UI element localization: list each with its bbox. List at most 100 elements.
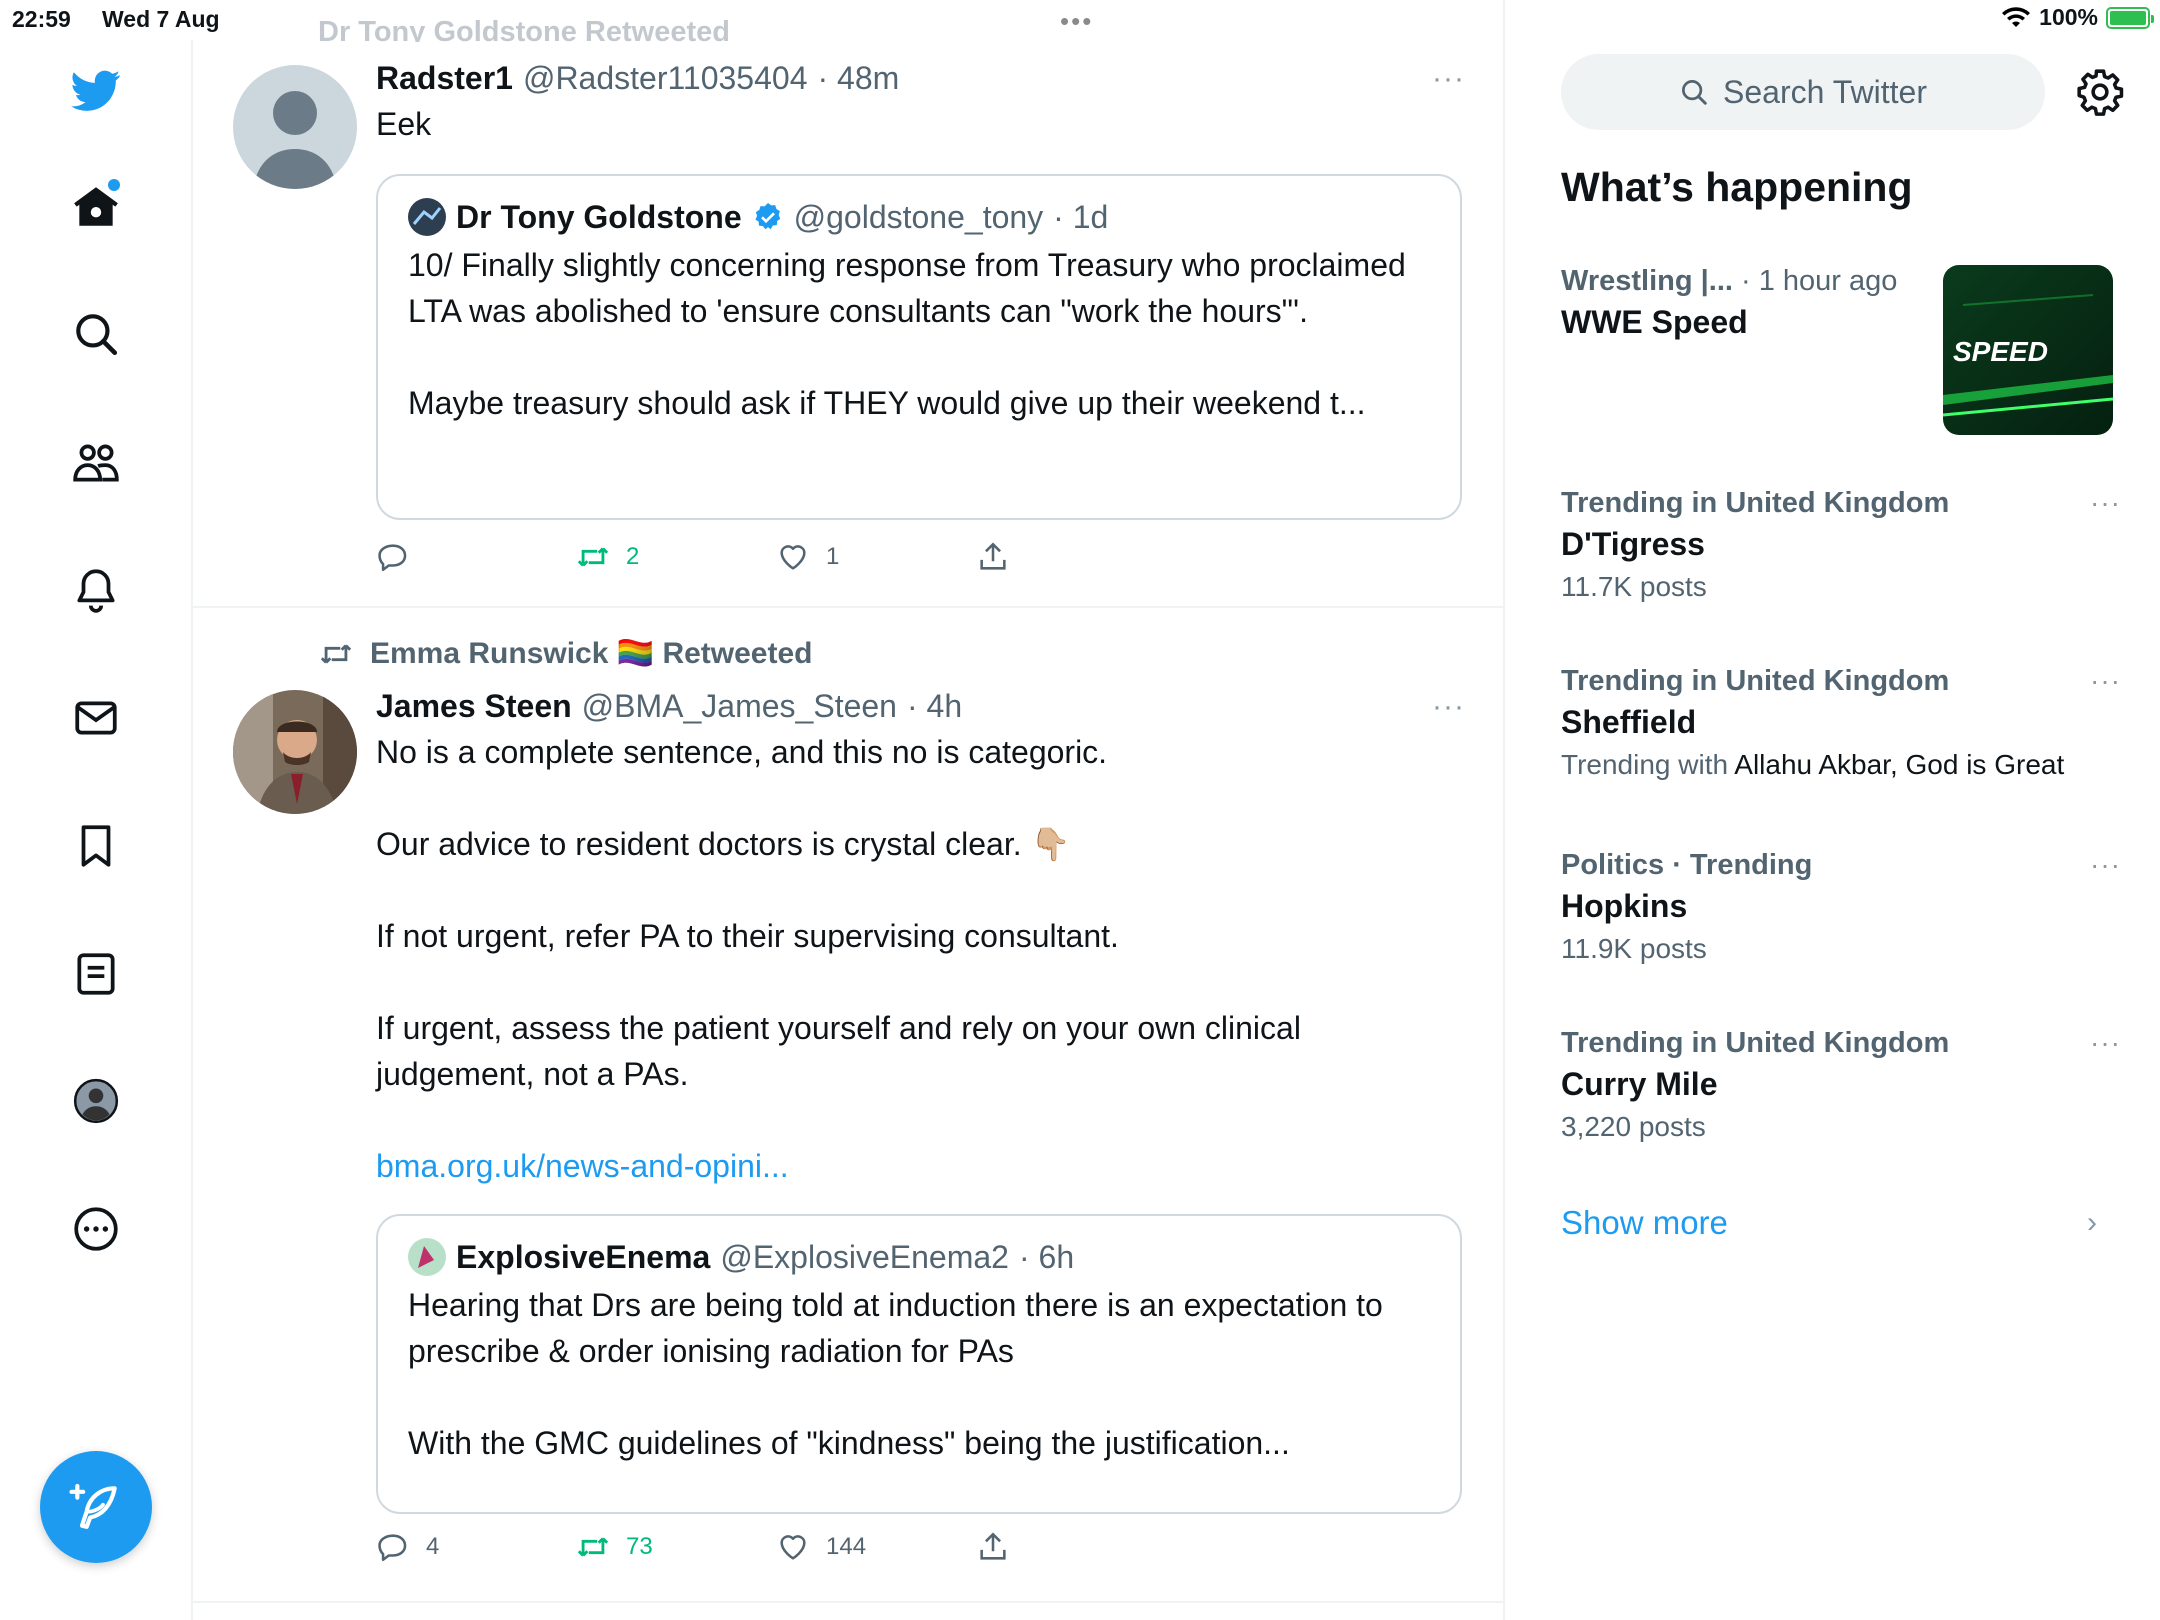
home-notification-dot: [108, 179, 120, 191]
profile-icon[interactable]: [66, 1071, 126, 1131]
trend-item[interactable]: Politics · Trending Hopkins 11.9K posts …: [1561, 849, 2121, 965]
trend-category: Wrestling |...: [1561, 265, 1733, 297]
tweet-actions: 2 1: [376, 540, 1176, 574]
author-name[interactable]: James Steen: [376, 688, 572, 725]
heart-icon: [780, 545, 806, 570]
share-icon: [980, 542, 1006, 570]
settings-gear-icon[interactable]: [2075, 67, 2125, 117]
trend-title: Sheffield: [1561, 704, 1697, 740]
tweet-header: Radster1 @Radster11035404 · 48m: [376, 60, 1466, 97]
retweet-icon: [320, 643, 352, 664]
reply-button[interactable]: 4: [376, 1530, 576, 1564]
tweet[interactable]: Dr Tony Goldstone Retweeted Radster1 @Ra…: [193, 0, 1503, 608]
quote-avatar: [408, 198, 446, 236]
trend-post-count: 3,220 posts: [1561, 1111, 1706, 1142]
trend-item[interactable]: Wrestling |... · 1 hour ago WWE Speed: [1561, 265, 1931, 341]
author-handle[interactable]: @Radster11035404: [523, 60, 808, 97]
trend-thumbnail[interactable]: SPEED: [1943, 265, 2113, 435]
whats-happening-heading: What’s happening: [1561, 164, 1913, 210]
trend-more-button[interactable]: ···: [2090, 849, 2121, 881]
retweet-context[interactable]: Emma Runswick 🏳️‍🌈 Retweeted: [318, 636, 813, 671]
search-input[interactable]: Search Twitter: [1561, 54, 2045, 130]
retweet-count: 2: [626, 543, 640, 570]
quote-time: · 6h: [1018, 1238, 1075, 1275]
like-count: 1: [826, 543, 840, 570]
retweet-context-text: Emma Runswick 🏳️‍🌈 Retweeted: [370, 637, 813, 670]
quote-time: · 1d: [1053, 198, 1109, 235]
trend-related: Trending with Allahu Akbar, God is Great: [1561, 749, 2121, 781]
trend-title: D'Tigress: [1561, 526, 1705, 562]
tweet-time[interactable]: · 48m: [817, 60, 899, 97]
right-sidebar: Search Twitter What’s happening Wrestlin…: [1505, 0, 2160, 1620]
quote-header: Dr Tony Goldstone @goldstone_tony · 1d: [408, 198, 1430, 236]
quote-tweet[interactable]: Dr Tony Goldstone @goldstone_tony · 1d 1…: [376, 174, 1462, 520]
notifications-icon[interactable]: [66, 560, 126, 620]
author-name[interactable]: Radster1: [376, 60, 513, 97]
trend-item[interactable]: Trending in United Kingdom D'Tigress 11.…: [1561, 487, 2121, 603]
messages-icon[interactable]: [66, 688, 126, 748]
trend-meta: Trending in United Kingdom: [1561, 1027, 1950, 1059]
tweet-link[interactable]: bma.org.uk/news-and-opini...: [376, 1143, 1466, 1189]
avatar[interactable]: [233, 65, 357, 189]
verified-badge-icon: [755, 203, 780, 230]
chevron-right-icon: ›: [2087, 1206, 2097, 1239]
trend-item[interactable]: Trending in United Kingdom Sheffield Tre…: [1561, 665, 2121, 781]
quote-text: 10/ Finally slightly concerning response…: [408, 247, 1406, 421]
trend-meta: Wrestling |... · 1 hour ago: [1561, 265, 1931, 298]
twitter-logo-icon[interactable]: [66, 60, 126, 120]
quote-text: Hearing that Drs are being told at induc…: [408, 1287, 1383, 1461]
bookmarks-icon[interactable]: [66, 816, 126, 876]
reply-button[interactable]: [376, 540, 576, 574]
quote-author-name: ExplosiveEnema: [456, 1238, 711, 1275]
tweet-body: James Steen @BMA_James_Steen · 4h No is …: [376, 688, 1466, 1189]
share-button[interactable]: [976, 1530, 1176, 1564]
trend-more-button[interactable]: ···: [2090, 487, 2121, 519]
reply-icon: [378, 1534, 407, 1562]
retweet-button[interactable]: 2: [576, 540, 776, 574]
trend-meta: Politics · Trending: [1561, 849, 1813, 881]
timeline: Dr Tony Goldstone Retweeted Radster1 @Ra…: [193, 0, 1505, 1620]
trend-more-button[interactable]: ···: [2090, 665, 2121, 697]
status-time: 22:59: [12, 6, 71, 32]
trend-related-terms: Allahu Akbar, God is Great: [1734, 749, 2065, 780]
quote-tweet[interactable]: ExplosiveEnema @ExplosiveEnema2 · 6h Hea…: [376, 1214, 1462, 1514]
trend-meta: Trending in United Kingdom: [1561, 665, 1950, 697]
trend-item[interactable]: Trending in United Kingdom Curry Mile 3,…: [1561, 1027, 2121, 1143]
trend-title: WWE Speed: [1561, 304, 1748, 340]
trend-title: Curry Mile: [1561, 1066, 1718, 1102]
quote-header: ExplosiveEnema @ExplosiveEnema2 · 6h: [408, 1238, 1430, 1276]
search-icon: [1682, 80, 1707, 105]
lists-icon[interactable]: [66, 944, 126, 1004]
tweet-body: Radster1 @Radster11035404 · 48m Eek: [376, 60, 1466, 147]
tweet-header: James Steen @BMA_James_Steen · 4h: [376, 688, 1466, 725]
like-button[interactable]: 144: [776, 1530, 976, 1564]
compose-button[interactable]: [40, 1451, 152, 1563]
tweet-more-button[interactable]: ···: [1432, 62, 1465, 96]
quote-author-handle: @ExplosiveEnema2: [720, 1238, 1009, 1275]
trend-post-count: 11.9K posts: [1561, 933, 1707, 964]
communities-icon[interactable]: [66, 433, 126, 493]
tweet-text: No is a complete sentence, and this no i…: [376, 734, 1301, 1092]
tweet[interactable]: Emma Runswick 🏳️‍🌈 Retweeted James Steen…: [193, 608, 1503, 1603]
like-button[interactable]: 1: [776, 540, 976, 574]
quote-avatar: [408, 1238, 446, 1276]
search-placeholder: Search Twitter: [1723, 73, 1927, 110]
compose-icon: [69, 1483, 117, 1529]
reply-icon: [378, 544, 407, 572]
retweet-context-partial: Dr Tony Goldstone Retweeted: [318, 16, 730, 42]
home-icon[interactable]: [66, 177, 126, 237]
tweet-time[interactable]: · 4h: [907, 688, 962, 725]
share-button[interactable]: [976, 540, 1176, 574]
trend-more-button[interactable]: ···: [2090, 1027, 2121, 1059]
trend-related-prefix: Trending with: [1561, 749, 1735, 780]
retweet-button[interactable]: 73: [576, 1530, 776, 1564]
trend-meta: Trending in United Kingdom: [1561, 487, 1950, 519]
trend-time: · 1 hour ago: [1732, 265, 1898, 297]
show-more-link[interactable]: Show more: [1561, 1204, 1728, 1242]
retweet-icon: [577, 1537, 609, 1557]
avatar[interactable]: [233, 690, 357, 814]
more-icon[interactable]: [66, 1199, 126, 1259]
search-icon[interactable]: [66, 304, 126, 364]
tweet-more-button[interactable]: ···: [1432, 690, 1465, 724]
author-handle[interactable]: @BMA_James_Steen: [582, 688, 897, 725]
